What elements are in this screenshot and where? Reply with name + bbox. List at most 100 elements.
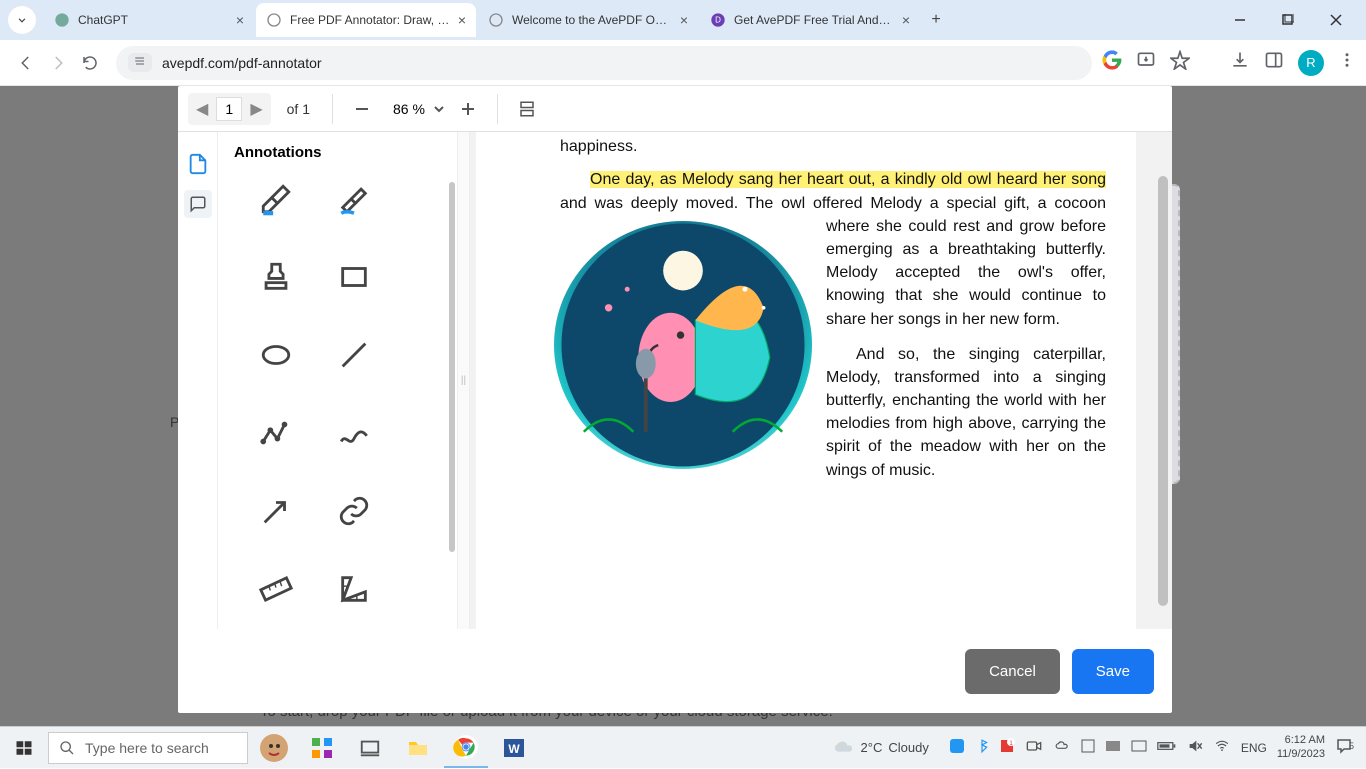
tray-meet-now-icon[interactable] bbox=[1025, 738, 1043, 757]
downloads-icon[interactable] bbox=[1230, 50, 1250, 75]
document-viewport[interactable]: brought joy to all who heard it, and her… bbox=[470, 132, 1172, 629]
orvis-icon: D bbox=[710, 12, 726, 28]
weather-temp: 2°C bbox=[861, 740, 883, 755]
tool-highlighter[interactable] bbox=[248, 177, 304, 221]
file-explorer-icon[interactable] bbox=[396, 728, 440, 768]
tool-stamp[interactable] bbox=[248, 255, 304, 299]
tool-squiggle[interactable] bbox=[326, 411, 382, 455]
tray-battery-icon[interactable] bbox=[1157, 740, 1177, 755]
system-tray: 2°C Cloudy 1 ENG 6:12 AM 11/9/2023 5 bbox=[833, 734, 1366, 760]
tab-bar: ChatGPT × Free PDF Annotator: Draw, High… bbox=[8, 0, 1226, 40]
doc-scrollbar-track[interactable] bbox=[1158, 140, 1168, 629]
tool-link[interactable] bbox=[326, 489, 382, 533]
forward-button[interactable] bbox=[42, 47, 74, 79]
google-services-icon[interactable] bbox=[1102, 50, 1122, 75]
tray-date: 11/9/2023 bbox=[1277, 748, 1325, 761]
window-controls bbox=[1226, 6, 1350, 34]
new-tab-button[interactable]: + bbox=[922, 6, 950, 34]
tool-ellipse[interactable] bbox=[248, 333, 304, 377]
tool-line[interactable] bbox=[326, 333, 382, 377]
taskbar-search[interactable]: Type here to search bbox=[48, 732, 248, 764]
reload-icon bbox=[81, 54, 99, 72]
tray-datetime[interactable]: 6:12 AM 11/9/2023 bbox=[1277, 734, 1325, 760]
paragraph-1: One day, as Melody sang her heart out, a… bbox=[560, 168, 1106, 330]
kebab-menu-icon[interactable] bbox=[1338, 51, 1356, 74]
tool-angle-ruler[interactable] bbox=[326, 567, 382, 611]
svg-text:W: W bbox=[508, 742, 520, 756]
paragraph-lead-tail: brought joy to all who heard it, and her… bbox=[560, 132, 1106, 158]
reload-button[interactable] bbox=[74, 47, 106, 79]
tool-ruler[interactable] bbox=[248, 567, 304, 611]
tab-active-annotator[interactable]: Free PDF Annotator: Draw, High × bbox=[256, 3, 476, 37]
tray-notifications-icon[interactable]: 5 bbox=[1335, 737, 1358, 758]
start-button[interactable] bbox=[0, 727, 48, 769]
tray-app1-icon[interactable] bbox=[1105, 739, 1121, 756]
minimize-button[interactable] bbox=[1226, 6, 1254, 34]
tool-polyline[interactable] bbox=[248, 411, 304, 455]
tray-volume-icon[interactable] bbox=[1187, 738, 1203, 757]
splitter-handle[interactable]: || bbox=[458, 132, 470, 629]
tool-rectangle[interactable] bbox=[326, 255, 382, 299]
site-info-icon[interactable] bbox=[128, 53, 152, 72]
word-icon[interactable]: W bbox=[492, 728, 536, 768]
cancel-button[interactable]: Cancel bbox=[965, 649, 1060, 694]
chevron-down-icon bbox=[15, 13, 29, 27]
fit-page-button[interactable] bbox=[510, 92, 544, 126]
comments-tab-button[interactable] bbox=[184, 190, 212, 218]
prev-page-button[interactable]: ◀ bbox=[188, 93, 216, 125]
svg-text:D: D bbox=[715, 16, 721, 25]
widgets-icon[interactable] bbox=[300, 728, 344, 768]
viewer-toolbar: ◀ 1 ▶ of 1 86 % bbox=[178, 86, 1172, 132]
tray-onedrive-icon[interactable] bbox=[1053, 739, 1071, 756]
task-view-icon[interactable] bbox=[348, 728, 392, 768]
bookmark-icon[interactable] bbox=[1170, 50, 1190, 75]
page-background: P To start, drop your PDF file or upload… bbox=[0, 86, 1366, 726]
page-number-input[interactable]: 1 bbox=[216, 97, 242, 121]
back-button[interactable] bbox=[10, 47, 42, 79]
close-window-button[interactable] bbox=[1322, 6, 1350, 34]
cortana-avatar-icon[interactable] bbox=[252, 728, 296, 768]
close-tab-icon[interactable]: × bbox=[902, 12, 910, 28]
panel-scrollbar[interactable] bbox=[449, 182, 455, 552]
close-tab-icon[interactable]: × bbox=[680, 12, 688, 28]
comment-icon bbox=[189, 195, 207, 213]
close-tab-icon[interactable]: × bbox=[236, 12, 244, 28]
install-app-icon[interactable] bbox=[1136, 50, 1156, 75]
tab-chatgpt[interactable]: ChatGPT × bbox=[44, 3, 254, 37]
browser-tabstrip: ChatGPT × Free PDF Annotator: Draw, High… bbox=[0, 0, 1366, 40]
tray-security-icon[interactable]: 1 bbox=[999, 738, 1015, 757]
tab-title: ChatGPT bbox=[78, 13, 228, 27]
tray-bluetooth-icon[interactable] bbox=[975, 738, 989, 757]
annotator-modal: ◀ 1 ▶ of 1 86 % bbox=[178, 86, 1172, 713]
tool-arrow[interactable] bbox=[248, 489, 304, 533]
tray-wifi-icon[interactable] bbox=[1213, 739, 1231, 756]
tray-app2-icon[interactable] bbox=[1131, 739, 1147, 756]
pdf-page: brought joy to all who heard it, and her… bbox=[476, 132, 1136, 629]
avepdf-icon bbox=[488, 12, 504, 28]
tab-trial-avepdf[interactable]: D Get AvePDF Free Trial And Enjo × bbox=[700, 3, 920, 37]
save-button[interactable]: Save bbox=[1072, 649, 1154, 694]
weather-widget[interactable]: 2°C Cloudy bbox=[833, 737, 929, 759]
zoom-in-button[interactable] bbox=[451, 92, 485, 126]
zoom-out-button[interactable] bbox=[345, 92, 379, 126]
chrome-icon[interactable] bbox=[444, 728, 488, 768]
annotator-logo-icon bbox=[184, 150, 212, 178]
side-panel-icon[interactable] bbox=[1264, 50, 1284, 75]
tab-search-button[interactable] bbox=[8, 6, 36, 34]
tray-lang[interactable]: ENG bbox=[1241, 741, 1267, 755]
url-input[interactable]: avepdf.com/pdf-annotator bbox=[116, 46, 1092, 80]
page-nav: ◀ 1 ▶ bbox=[188, 93, 271, 125]
next-page-button[interactable]: ▶ bbox=[242, 93, 270, 125]
doc-scrollbar-thumb[interactable] bbox=[1158, 176, 1168, 606]
addr-actions: R bbox=[1102, 50, 1356, 76]
zoom-dropdown[interactable]: 86 % bbox=[393, 101, 445, 117]
close-tab-icon[interactable]: × bbox=[458, 12, 466, 28]
tray-chevron-up-icon[interactable] bbox=[1081, 739, 1095, 756]
tray-box-icon[interactable] bbox=[949, 738, 965, 757]
maximize-button[interactable] bbox=[1274, 6, 1302, 34]
profile-avatar[interactable]: R bbox=[1298, 50, 1324, 76]
tool-marker[interactable] bbox=[326, 177, 382, 221]
divider bbox=[332, 94, 333, 124]
tab-welcome-avepdf[interactable]: Welcome to the AvePDF Online × bbox=[478, 3, 698, 37]
arrow-left-icon bbox=[17, 54, 35, 72]
